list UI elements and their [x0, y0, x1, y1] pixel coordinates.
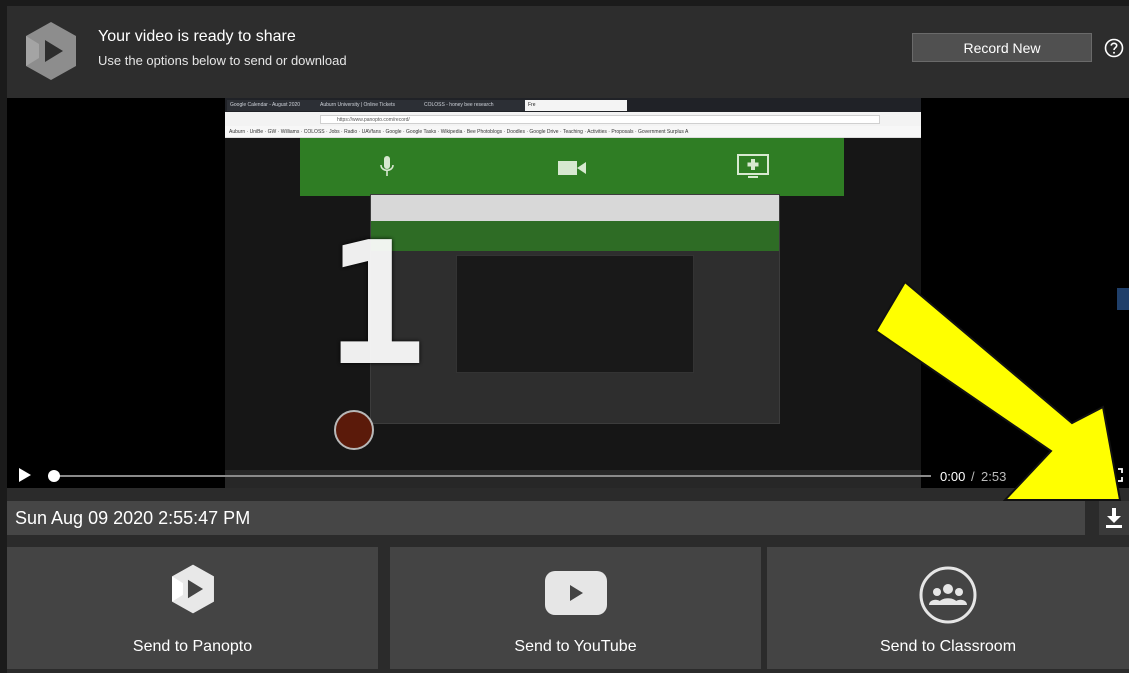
bookmark: Wikipedia: [440, 129, 463, 135]
send-to-youtube-label: Send to YouTube: [514, 638, 637, 655]
volume-icon[interactable]: [1092, 468, 1102, 482]
time-current: 0:00: [940, 469, 966, 484]
browser-tab-bar: Google Calendar - August 2020 Auburn Uni…: [225, 98, 921, 112]
download-icon[interactable]: [1099, 501, 1129, 535]
send-to-youtube-button[interactable]: Send to YouTube: [390, 547, 761, 669]
seek-thumb[interactable]: [48, 470, 60, 482]
nested-recording-preview: [370, 194, 780, 424]
browser-tab: Google Calendar - August 2020: [227, 100, 319, 111]
bookmark: Bee Photoblogs: [466, 129, 503, 135]
bookmark: Google Drive: [529, 129, 559, 135]
send-to-classroom-label: Send to Classroom: [879, 638, 1017, 655]
bookmark: UAVfans: [361, 129, 381, 135]
send-to-panopto-button[interactable]: Send to Panopto: [7, 547, 378, 669]
time-separator: /: [971, 469, 975, 484]
play-icon[interactable]: [19, 468, 31, 482]
bookmark: Williams: [280, 129, 300, 135]
page-subtitle: Use the options below to send or downloa…: [98, 53, 347, 68]
browser-url-bar: https://www.panopto.com/record/: [225, 112, 921, 126]
browser-tab: COLOSS - honey bee research: [421, 100, 527, 111]
bookmark: Activities: [587, 129, 607, 135]
bookmark: Teaching: [562, 129, 583, 135]
google-classroom-icon: [919, 566, 977, 624]
microphone-icon: [380, 156, 394, 176]
bookmark: Google: [385, 129, 402, 135]
page-title: Your video is ready to share: [98, 28, 296, 45]
screen-taskbar: [225, 470, 921, 488]
time-total: 2:53: [981, 469, 1007, 484]
fullscreen-icon[interactable]: [1109, 468, 1123, 482]
bookmark: Radio: [344, 129, 358, 135]
recording-name-input[interactable]: [7, 501, 1085, 535]
side-tab-handle[interactable]: [1117, 288, 1129, 310]
send-to-classroom-button[interactable]: Send to Classroom: [767, 547, 1129, 669]
browser-tab-active: Fre: [525, 100, 627, 111]
share-header: Your video is ready to share Use the opt…: [7, 6, 1129, 98]
recorder-toolbar: [300, 138, 844, 196]
panopto-logo-icon: [26, 22, 76, 80]
send-to-panopto-label: Send to Panopto: [132, 638, 253, 655]
youtube-icon: [544, 571, 607, 615]
video-player[interactable]: Google Calendar - August 2020 Auburn Uni…: [7, 98, 1129, 488]
bookmark: Auburn: [229, 129, 246, 135]
bookmark: UniBe: [249, 129, 264, 135]
bookmark: Proposals: [611, 129, 634, 135]
bookmarks-bar: Auburn · UniBe · GW · Williams · COLOSS …: [225, 126, 921, 138]
countdown-digit: 1: [325, 206, 428, 404]
bookmark: Google Tasks: [406, 129, 437, 135]
record-button-preview: [334, 410, 374, 450]
panopto-logo-icon: [171, 564, 214, 614]
bookmark: COLOSS: [303, 129, 325, 135]
app-window: Your video is ready to share Use the opt…: [7, 6, 1129, 673]
bookmark: Jobs: [329, 129, 340, 135]
record-new-button[interactable]: Record New: [912, 33, 1092, 62]
help-circle-icon[interactable]: [1103, 37, 1125, 59]
bookmark: Government Surplus A: [638, 129, 689, 135]
bookmark: GW: [267, 129, 277, 135]
seek-bar[interactable]: [55, 475, 931, 477]
add-screen-icon: [737, 154, 769, 178]
browser-url: https://www.panopto.com/record/: [320, 115, 880, 124]
video-camera-icon: [558, 161, 586, 175]
browser-tab: Auburn University | Online Tickets: [317, 100, 423, 111]
bookmark: Doodles: [506, 129, 525, 135]
